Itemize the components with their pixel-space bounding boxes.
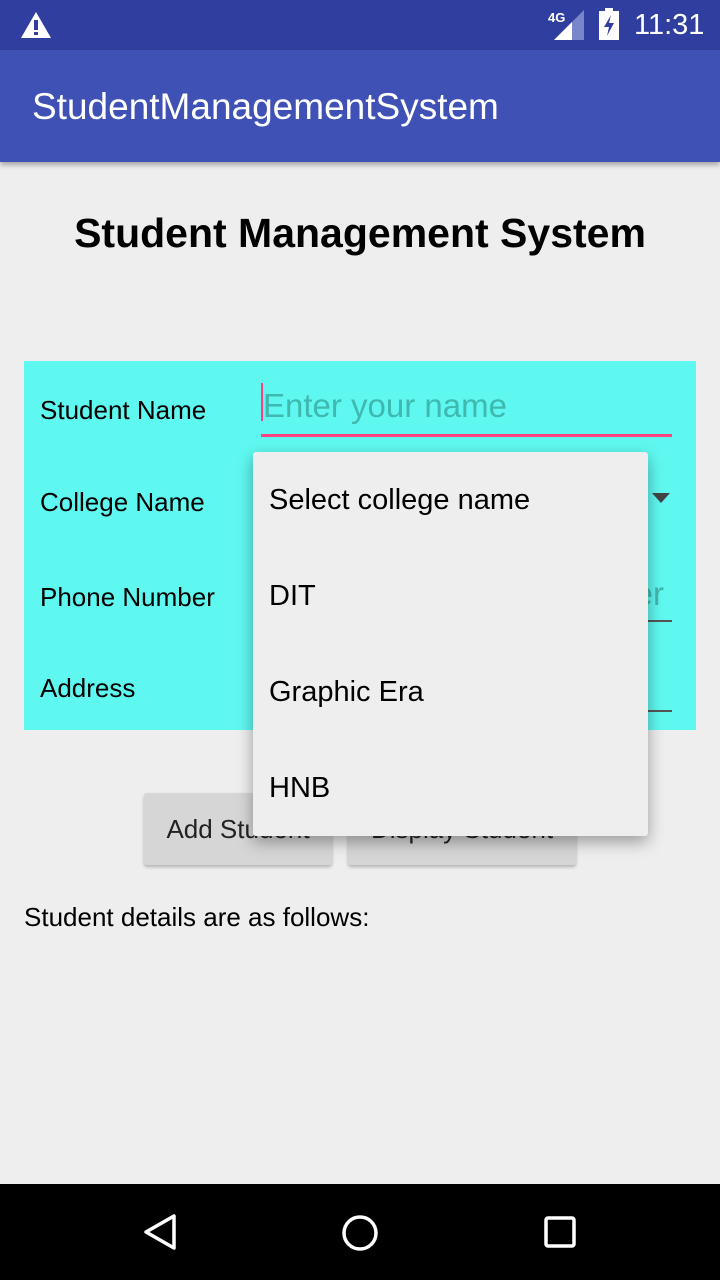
student-name-input[interactable]: Enter your name	[261, 381, 672, 437]
signal-icon	[554, 10, 584, 40]
college-name-label: College Name	[40, 487, 205, 517]
student-name-label: Student Name	[40, 395, 207, 425]
dropdown-option[interactable]: Graphic Era	[253, 644, 648, 740]
app-bar: StudentManagementSystem	[0, 50, 720, 162]
dropdown-option[interactable]: DIT	[253, 548, 648, 644]
college-dropdown-menu: Select college name DIT Graphic Era HNB	[253, 452, 648, 836]
back-icon[interactable]	[142, 1214, 178, 1250]
details-text: Student details are as follows:	[24, 902, 370, 932]
address-label: Address	[40, 673, 136, 703]
home-icon[interactable]	[341, 1214, 379, 1252]
dropdown-option[interactable]: HNB	[253, 740, 648, 836]
student-name-placeholder: Enter your name	[263, 387, 507, 424]
page-title: Student Management System	[74, 210, 646, 256]
app-title: StudentManagementSystem	[32, 86, 499, 127]
navigation-bar	[0, 1184, 720, 1280]
status-bar: 4G 11:31	[0, 0, 720, 50]
warning-icon	[21, 12, 51, 38]
battery-charging-icon	[599, 8, 619, 40]
dropdown-option[interactable]: Select college name	[253, 452, 648, 548]
recents-icon[interactable]	[543, 1215, 577, 1249]
dropdown-arrow-icon	[652, 493, 670, 503]
phone-number-label: Phone Number	[40, 582, 215, 612]
clock: 11:31	[634, 9, 705, 41]
